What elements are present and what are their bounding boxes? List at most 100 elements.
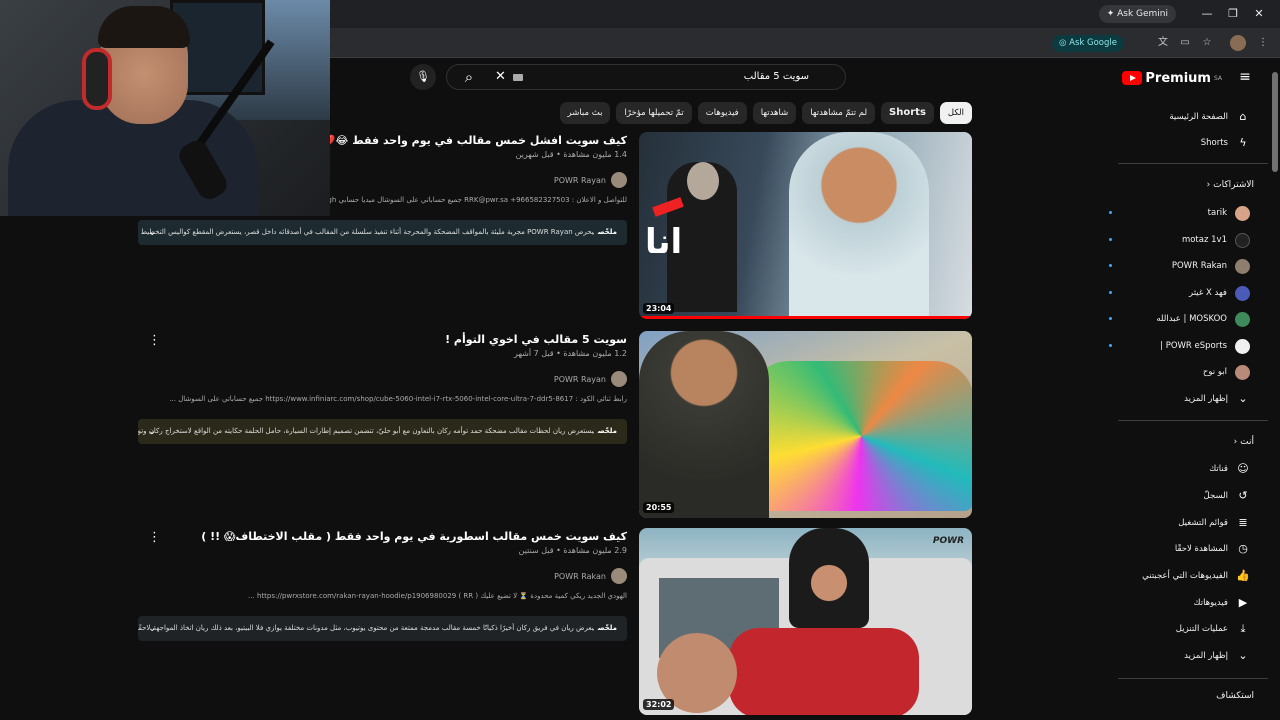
sidebar-item-sub-powr-rakan[interactable]: POWR Rakan [1109,256,1250,276]
sidebar-show-more-subs[interactable]: ⌄ إظهار المزيد [1184,389,1250,409]
sidebar-label: عمليات التنزيل [1175,624,1228,634]
video-meta: 2.9 مليون مشاهدة • قبل سنتين [518,546,627,555]
sidebar-item-liked-videos[interactable]: 👍 الفيديوهات التي أعجبتني [1142,566,1250,586]
video-title[interactable]: سويت 5 مقالب في اخوي التوأم ! [147,333,627,346]
translate-icon[interactable]: 文 [1156,36,1170,50]
video-duration: 23:04 [643,303,675,314]
cast-icon[interactable]: ▭ [1178,36,1192,50]
ask-gemini-button[interactable]: ✦ Ask Gemini [1098,5,1176,23]
sub-name: POWR eSports | [1160,341,1227,351]
summary-label: ملخّص [597,427,617,435]
powr-brand-logo: POWR [932,536,964,546]
chevron-down-icon[interactable]: ⌄ [148,419,156,444]
ask-google-button[interactable]: ◎ Ask Google [1052,35,1124,52]
close-icon[interactable]: ✕ [1250,5,1268,23]
chip-all[interactable]: الكل [939,102,972,124]
thumb-figure [789,528,869,628]
chevron-down-icon[interactable]: ⌄ [148,616,156,641]
sidebar-item-your-channel[interactable]: ☺ قناتك [1209,459,1250,479]
channel-avatar [1235,364,1250,380]
chevron-down-icon[interactable]: ⌄ [148,220,156,245]
sidebar-item-shorts[interactable]: ϟ Shorts [1201,133,1250,153]
chip-live[interactable]: بث مباشر [559,102,611,124]
sidebar-label: قناتك [1209,464,1228,474]
sidebar-item-home[interactable]: ⌂ الصفحة الرئيسية [1169,107,1250,127]
sidebar-divider [1118,678,1268,679]
sidebar-scrollbar[interactable] [1272,72,1278,172]
sidebar-item-sub-powr-esports[interactable]: POWR eSports | [1109,336,1250,356]
home-icon: ⌂ [1239,110,1247,123]
sidebar-label: قوائم التشغيل [1178,518,1228,528]
channel-name: POWR Rayan [553,175,606,185]
video-result[interactable]: POWR 32:02 ⋮ كيف سويت خمس مقالب اسطورية … [138,528,972,716]
channel-avatar [1235,338,1250,354]
chevron-left-icon: ‹ [1206,180,1211,190]
sidebar-item-sub-fahad[interactable]: فهد X غيثر [1109,283,1250,303]
chip-unwatched[interactable]: لم تتمّ مشاهدتها [802,102,876,124]
summary-text: يعرض ريان في فريق ركان أخيرًا ذكياتًا خم… [138,624,594,632]
minimize-icon[interactable]: — [1198,5,1216,23]
search-icon[interactable]: ⌕ [452,64,486,90]
sidebar-item-sub-tarik[interactable]: tarik [1109,203,1250,223]
channel-name: POWR Rakan [554,571,606,581]
hamburger-menu-icon[interactable]: ≡ [1238,70,1252,84]
chevron-left-icon: ‹ [1233,437,1238,447]
video-duration: 20:55 [643,502,675,513]
video-result[interactable]: 20:55 ⋮ سويت 5 مقالب في اخوي التوأم ! 1.… [138,331,972,519]
sidebar-item-sub-moskoo[interactable]: MOSKOO | عبدالله [1109,309,1250,329]
subscriptions-heading[interactable]: الاشتراكات ‹ [1207,180,1254,190]
sidebar-item-downloads[interactable]: ⤓ عمليات التنزيل [1176,619,1250,639]
chip-videos[interactable]: فيديوهات [697,102,747,124]
subscriptions-heading-label: الاشتراكات [1213,180,1254,190]
sidebar-item-history[interactable]: ↺ السجلّ [1204,486,1250,506]
sidebar-item-sub-abu-nouh[interactable]: ابو نوح [1203,362,1250,382]
channel-link[interactable]: POWR Rayan [554,371,627,387]
ai-summary[interactable]: ملخّصيستعرض ريان لحظات مقالب مضحكة حمد ت… [138,419,627,444]
video-description: الهودي الجديد ريكي كمية محدودة ⏳ لا تضيع… [248,592,627,600]
new-content-dot [1109,317,1112,320]
download-icon: ⤓ [1240,622,1246,635]
video-title[interactable]: كيف سويت خمس مقالب اسطورية في يوم واحد ف… [147,530,627,543]
channel-link[interactable]: POWR Rakan [554,568,627,584]
voice-search-icon[interactable]: 🎙 [410,64,436,90]
chip-shorts[interactable]: Shorts [881,102,934,124]
channel-avatar [1235,232,1250,248]
keyboard-icon[interactable] [513,74,523,81]
youtube-premium-logo[interactable]: Premium SA [1122,70,1222,86]
ai-summary[interactable]: ملخّصيعرض ريان في فريق ركان أخيرًا ذكيات… [138,616,627,641]
sidebar-item-watch-later[interactable]: ◷ المشاهدة لاحقًا [1175,539,1250,559]
shorts-icon: ϟ [1239,136,1247,149]
logo-region: SA [1213,74,1222,82]
sidebar-show-more-you[interactable]: ⌄ إظهار المزيد [1184,646,1250,666]
video-thumbnail[interactable]: 20:55 [639,331,972,518]
sidebar-item-sub-motaz[interactable]: motaz 1v1 [1109,230,1250,250]
summary-label: ملخّص [597,624,617,632]
video-duration: 32:02 [643,699,675,710]
channel-link[interactable]: POWR Rayan [554,172,627,188]
clear-search-icon[interactable]: ✕ [495,69,506,84]
sidebar-label: فيديوهاتك [1193,598,1228,608]
video-thumbnail[interactable]: POWR 32:02 [639,528,972,715]
filter-chips: الكل Shorts لم تتمّ مشاهدتها شاهدتها فيد… [559,102,972,124]
you-heading[interactable]: أنت ‹ [1234,437,1254,447]
chip-watched[interactable]: شاهدتها [752,102,797,124]
new-content-dot [1109,211,1112,214]
sub-name: MOSKOO | عبدالله [1156,314,1227,324]
headset-icon [82,48,112,110]
video-thumbnail[interactable]: انا 23:04 [639,132,972,319]
profile-avatar[interactable] [1230,35,1246,51]
restore-icon[interactable]: ❐ [1224,5,1242,23]
explore-heading: استكشاف [1216,691,1254,701]
search-input[interactable]: سويت 5 مقالب ✕ [446,64,846,90]
gemini-icon: ✦ [1106,9,1118,19]
ai-summary[interactable]: ملخّصيحرص POWR Rayan مجرية مليئة بالمواق… [138,220,627,245]
chevron-down-icon: ⌄ [1238,392,1248,405]
sidebar-item-playlists[interactable]: ≣ قوائم التشغيل [1178,513,1250,533]
chip-recently-uploaded[interactable]: تمّ تحميلها مؤخرًا [616,102,692,124]
channel-avatar [1235,285,1250,301]
menu-dots-icon[interactable]: ⋮ [1256,36,1270,50]
sub-name: tarik [1207,208,1227,218]
bookmark-star-icon[interactable]: ☆ [1200,36,1214,50]
sidebar-item-your-videos[interactable]: ▶ فيديوهاتك [1194,593,1250,613]
like-icon: 👍 [1236,569,1250,582]
